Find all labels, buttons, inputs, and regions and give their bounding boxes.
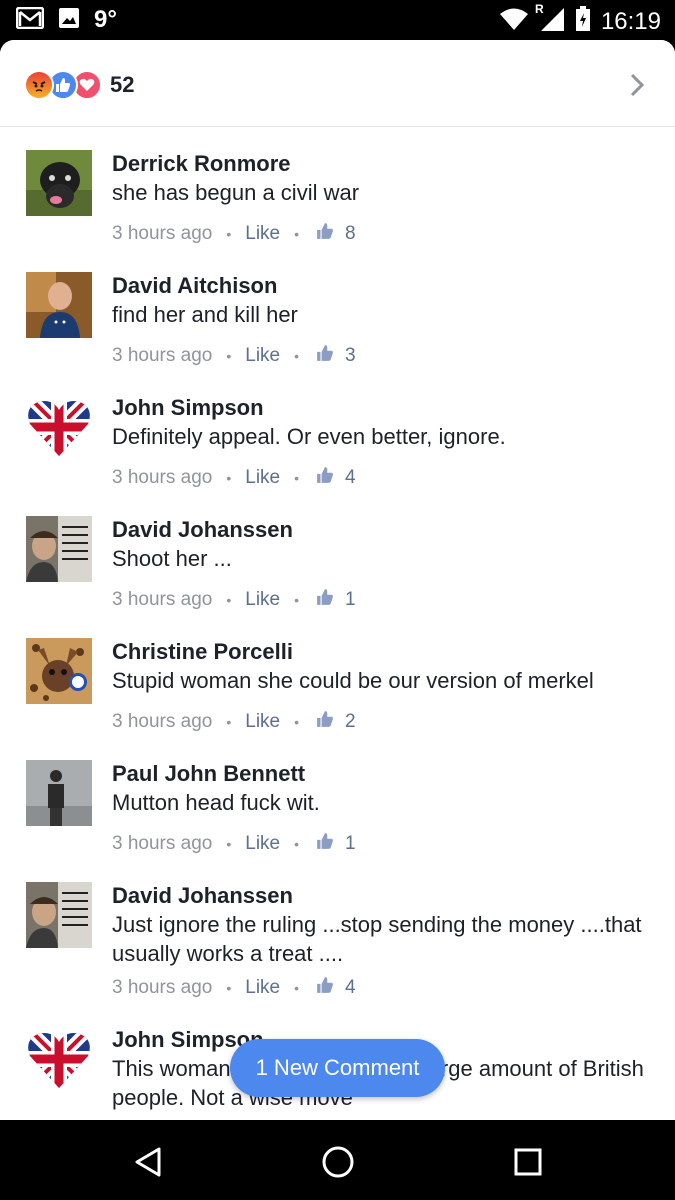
comment-timestamp: 3 hours ago	[112, 833, 213, 854]
comment-timestamp: 3 hours ago	[112, 467, 213, 488]
thumbs-up-icon	[315, 466, 335, 490]
separator-dot: •	[294, 714, 300, 730]
like-button[interactable]: Like	[245, 345, 280, 367]
commenter-name[interactable]: David Aitchison	[112, 272, 655, 300]
comment-timestamp: 3 hours ago	[112, 977, 213, 998]
new-comment-button[interactable]: 1 New Comment	[230, 1039, 445, 1097]
comment-meta: 3 hours ago • Like • 3	[112, 343, 655, 369]
clock-text: 16:19	[600, 7, 661, 35]
image-icon	[58, 7, 80, 34]
battery-icon	[575, 6, 591, 37]
comment-timestamp: 3 hours ago	[112, 589, 213, 610]
reactions-header[interactable]: 52	[0, 40, 675, 127]
commenter-name[interactable]: David Johanssen	[112, 516, 655, 544]
wifi-icon	[499, 7, 529, 36]
separator-dot: •	[294, 836, 300, 852]
angry-reaction-icon	[24, 70, 54, 100]
separator-dot: •	[294, 470, 300, 486]
comment-timestamp: 3 hours ago	[112, 223, 213, 244]
comment-meta: 3 hours ago • Like • 1	[112, 587, 655, 613]
comment-meta: 3 hours ago • Like • 8	[112, 221, 655, 247]
avatar[interactable]	[26, 272, 92, 338]
like-count[interactable]: 8	[345, 223, 356, 245]
gmail-icon	[15, 6, 45, 34]
comment-timestamp: 3 hours ago	[112, 711, 213, 732]
like-count[interactable]: 1	[345, 589, 356, 611]
like-count[interactable]: 4	[345, 977, 356, 999]
like-count[interactable]: 3	[345, 345, 356, 367]
separator-dot: •	[226, 592, 232, 608]
comment-text: find her and kill her	[112, 302, 298, 327]
comment-text: Shoot her ...	[112, 546, 232, 571]
like-button[interactable]: Like	[245, 977, 280, 999]
avatar[interactable]	[26, 882, 92, 948]
comment-text: Mutton head fuck wit.	[112, 790, 320, 815]
network-roaming-label: R	[534, 2, 544, 16]
separator-dot: •	[294, 348, 300, 364]
temperature-text: 9°	[94, 6, 117, 33]
commenter-name[interactable]: David Johanssen	[112, 882, 655, 910]
commenter-name[interactable]: Christine Porcelli	[112, 638, 655, 666]
thumbs-up-icon	[315, 832, 335, 856]
separator-dot: •	[294, 980, 300, 996]
commenter-name[interactable]: John Simpson	[112, 394, 655, 422]
commenter-name[interactable]: Paul John Bennett	[112, 760, 655, 788]
like-button[interactable]: Like	[245, 589, 280, 611]
recents-icon[interactable]	[508, 1142, 548, 1182]
status-bar: 9° R 16:19	[0, 0, 675, 40]
like-count[interactable]: 2	[345, 711, 356, 733]
separator-dot: •	[226, 836, 232, 852]
separator-dot: •	[226, 348, 232, 364]
chevron-right-icon[interactable]	[629, 72, 645, 103]
commenter-name[interactable]: Derrick Ronmore	[112, 150, 655, 178]
comment-timestamp: 3 hours ago	[112, 345, 213, 366]
separator-dot: •	[226, 226, 232, 242]
avatar[interactable]	[26, 1026, 92, 1092]
avatar[interactable]	[26, 760, 92, 826]
like-count[interactable]: 4	[345, 467, 356, 489]
separator-dot: •	[226, 714, 232, 730]
comment-text: Stupid woman she could be our version of…	[112, 668, 594, 693]
comment-meta: 3 hours ago • Like • 1	[112, 831, 655, 857]
separator-dot: •	[294, 226, 300, 242]
navigation-bar	[0, 1120, 675, 1200]
cell-signal-icon: R	[535, 2, 565, 37]
comment-meta: 3 hours ago • Like • 4	[112, 975, 655, 1001]
thumbs-up-icon	[315, 710, 335, 734]
avatar[interactable]	[26, 394, 92, 460]
separator-dot: •	[294, 592, 300, 608]
like-button[interactable]: Like	[245, 833, 280, 855]
comment-text: Definitely appeal. Or even better, ignor…	[112, 424, 506, 449]
separator-dot: •	[226, 470, 232, 486]
avatar[interactable]	[26, 516, 92, 582]
comment-meta: 3 hours ago • Like • 2	[112, 709, 655, 735]
comment-meta: 3 hours ago • Like • 4	[112, 465, 655, 491]
like-button[interactable]: Like	[245, 467, 280, 489]
like-button[interactable]: Like	[245, 223, 280, 245]
separator-dot: •	[226, 980, 232, 996]
thumbs-up-icon	[315, 222, 335, 246]
thumbs-up-icon	[315, 344, 335, 368]
avatar[interactable]	[26, 638, 92, 704]
comments-sheet: 52 Derrick Ronmore she has begun a civil…	[0, 40, 675, 1120]
comment-text: she has begun a civil war	[112, 180, 360, 205]
reactions-summary[interactable]: 52	[24, 70, 134, 100]
like-count[interactable]: 1	[345, 833, 356, 855]
thumbs-up-icon	[315, 588, 335, 612]
avatar[interactable]	[26, 150, 92, 216]
home-icon[interactable]	[318, 1142, 358, 1182]
thumbs-up-icon	[315, 976, 335, 1000]
back-icon[interactable]	[128, 1142, 168, 1182]
like-button[interactable]: Like	[245, 711, 280, 733]
reaction-count: 52	[110, 72, 135, 97]
comment-text: Just ignore the ruling ...stop sending t…	[112, 912, 642, 966]
